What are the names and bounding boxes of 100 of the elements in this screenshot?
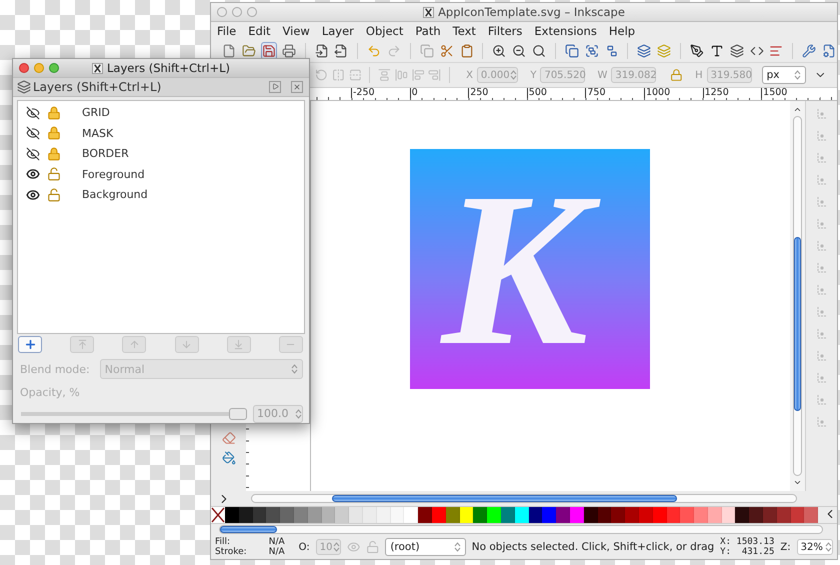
color-swatch[interactable] — [598, 507, 612, 523]
color-swatch[interactable] — [404, 507, 418, 523]
lock-icon[interactable] — [670, 68, 684, 82]
closed-eye-icon[interactable] — [26, 106, 40, 120]
scrollbar-thumb[interactable] — [794, 237, 801, 411]
spin-arrows-icon[interactable] — [824, 541, 832, 553]
layers-icon[interactable] — [17, 80, 31, 94]
color-swatch[interactable] — [680, 507, 694, 523]
menu-item[interactable]: Object — [366, 24, 404, 38]
closed-eye-icon[interactable] — [26, 146, 40, 161]
layer-name[interactable]: GRID — [82, 106, 110, 120]
snap-icon[interactable] — [814, 349, 828, 363]
color-swatch[interactable] — [514, 507, 529, 523]
spin-arrows-icon[interactable] — [510, 69, 518, 81]
lock-icon[interactable] — [366, 540, 380, 554]
color-swatch[interactable] — [308, 507, 322, 523]
rotate-icon[interactable] — [315, 68, 328, 82]
undo-icon[interactable] — [367, 44, 382, 58]
pen-icon[interactable] — [690, 44, 704, 58]
color-swatch[interactable] — [238, 507, 253, 523]
snap-icon[interactable] — [814, 327, 828, 341]
zoom-out-icon[interactable] — [512, 44, 526, 58]
duplicate-icon[interactable] — [564, 44, 579, 58]
color-swatch[interactable] — [528, 507, 542, 523]
color-swatch[interactable] — [763, 507, 777, 523]
clipboard-icon[interactable] — [460, 44, 474, 58]
menu-item[interactable]: File — [217, 24, 236, 38]
eraser-icon[interactable] — [222, 431, 236, 445]
color-swatch[interactable] — [460, 507, 474, 523]
color-swatch[interactable] — [418, 507, 432, 523]
snap-icon[interactable] — [814, 173, 828, 187]
lock-icon[interactable] — [46, 146, 60, 161]
layer-select[interactable]: (root) — [385, 538, 466, 556]
wrench-icon[interactable] — [802, 44, 816, 58]
layer-name[interactable]: Background — [82, 188, 148, 202]
color-swatch[interactable] — [542, 507, 556, 523]
color-swatch[interactable] — [804, 507, 818, 523]
snap-icon[interactable] — [814, 393, 828, 407]
redo-icon[interactable] — [387, 44, 402, 58]
menu-item[interactable]: View — [282, 24, 310, 38]
spin-arrows-icon[interactable] — [454, 541, 461, 553]
minimize-light[interactable] — [34, 63, 44, 73]
import-icon[interactable] — [314, 44, 329, 58]
scroll-down-icon[interactable] — [793, 478, 802, 487]
add-layer-button[interactable] — [18, 336, 42, 353]
color-swatch[interactable] — [611, 507, 626, 523]
spin-arrows-icon[interactable] — [291, 363, 298, 376]
new-document-icon[interactable] — [222, 44, 236, 58]
folder-icon[interactable] — [242, 44, 256, 58]
color-swatch[interactable] — [225, 507, 239, 523]
color-swatch[interactable] — [432, 507, 446, 523]
spin-arrows-icon[interactable] — [332, 541, 340, 553]
color-swatch[interactable] — [708, 507, 722, 523]
eye-icon[interactable] — [26, 188, 40, 202]
color-swatch[interactable] — [294, 507, 308, 523]
color-swatch[interactable] — [625, 507, 639, 523]
unlocked-icon[interactable] — [46, 188, 60, 202]
clone-icon[interactable] — [637, 44, 652, 58]
color-swatch[interactable] — [694, 507, 708, 523]
align-icon[interactable] — [769, 44, 784, 58]
spin-arrows-icon[interactable] — [794, 69, 802, 81]
color-swatch[interactable] — [473, 507, 488, 523]
menu-item[interactable]: Filters — [488, 24, 522, 38]
raise-to-top-button[interactable] — [70, 336, 94, 353]
zoom-field[interactable]: 32% — [796, 539, 833, 555]
color-swatch[interactable] — [666, 507, 680, 523]
menu-item[interactable]: Edit — [248, 24, 271, 38]
color-swatch[interactable] — [735, 507, 750, 523]
snap-icon[interactable] — [814, 129, 828, 143]
text-tool-icon[interactable] — [710, 44, 724, 58]
color-swatch[interactable] — [390, 507, 404, 523]
panel-close-button[interactable] — [291, 80, 303, 93]
color-swatch[interactable] — [584, 507, 598, 523]
menu-item[interactable]: Help — [608, 24, 636, 38]
printer-icon[interactable] — [282, 44, 296, 58]
zoom-light[interactable] — [49, 63, 59, 73]
save-icon[interactable] — [262, 44, 276, 58]
close-light[interactable] — [217, 7, 227, 17]
snap-icon[interactable] — [814, 305, 828, 319]
layer-name[interactable]: Foreground — [82, 168, 145, 181]
paint-bucket-icon[interactable] — [222, 451, 236, 465]
color-swatch[interactable] — [749, 507, 764, 523]
zoom-in-icon[interactable] — [492, 44, 506, 58]
color-swatch[interactable] — [722, 507, 736, 523]
horizontal-scrollbar[interactable] — [219, 525, 823, 534]
color-swatch[interactable] — [335, 507, 350, 523]
color-swatch[interactable] — [376, 507, 391, 523]
layer-name[interactable]: MASK — [82, 126, 114, 140]
menu-item[interactable]: Text — [452, 24, 476, 38]
panel-menu-button[interactable] — [269, 80, 281, 93]
snap-icon[interactable] — [814, 217, 828, 231]
flip-horizontal-icon[interactable] — [332, 68, 344, 82]
scissors-icon[interactable] — [440, 44, 454, 58]
color-swatch[interactable] — [776, 507, 791, 523]
layers-icon[interactable] — [730, 44, 744, 58]
export-icon[interactable] — [334, 44, 348, 58]
color-swatch[interactable] — [570, 507, 584, 523]
snap-icon[interactable] — [814, 239, 828, 253]
snap-icon[interactable] — [814, 283, 828, 297]
color-swatch[interactable] — [556, 507, 570, 523]
